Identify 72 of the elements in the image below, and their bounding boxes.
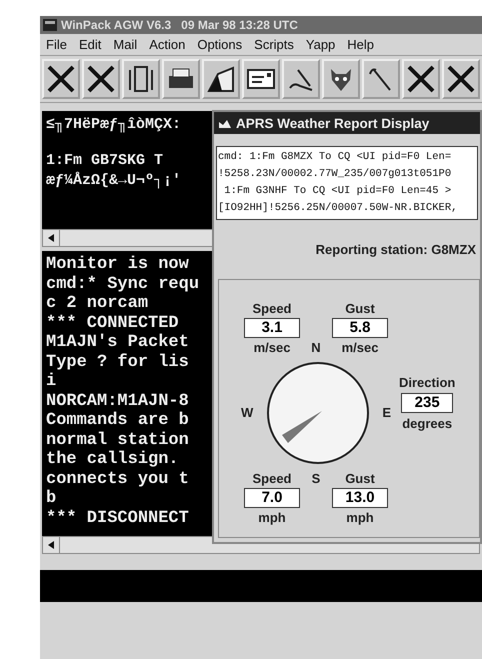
folder-icon (206, 64, 236, 94)
left-arrow-icon (48, 541, 54, 549)
south-label: S (312, 470, 320, 486)
menu-item[interactable]: Mail (113, 37, 138, 52)
menu-item[interactable]: Edit (78, 37, 102, 52)
cross-icon (406, 64, 436, 94)
toolbar-button[interactable] (42, 59, 80, 99)
menu-item[interactable]: Help (347, 37, 374, 52)
window-title: WinPack AGW V6.3 09 Mar 98 13:28 UTC (61, 18, 298, 32)
cross-icon (46, 64, 76, 94)
menu-item[interactable]: Options (197, 37, 242, 52)
toolbar-button[interactable] (402, 59, 440, 99)
gust-label: Gust (345, 300, 375, 316)
speed-label: Speed (252, 470, 292, 486)
unit-label: mph (258, 510, 286, 524)
monitor-line: normal station (46, 430, 189, 450)
dialog-title: APRS Weather Report Display (236, 116, 430, 130)
toolbar-button[interactable] (362, 59, 400, 99)
packet-line: !5258.23N/00002.77W_235/007g013t051P0 (218, 167, 452, 182)
reporting-station-label: Reporting station: G8MZX (314, 242, 476, 257)
monitor-line: the callsign. (46, 450, 179, 470)
toolbar-button[interactable] (322, 59, 360, 99)
direction-label: Direction (399, 374, 456, 390)
unit-label: mph (346, 510, 374, 524)
west-label: W (241, 405, 254, 420)
monitor-line: M1AJN's Packet (46, 333, 189, 352)
north-label: N (311, 340, 321, 354)
direction-field: 235 (401, 392, 454, 412)
terminal-line: æƒ¼ÅzΩ{&→U¬º┐¡' (46, 171, 182, 191)
toolbar-button[interactable] (82, 59, 120, 99)
degrees-label: degrees (402, 416, 452, 430)
packet-line: [IO92HH]!5256.25N/00007.50W-NR.BICKER, (218, 201, 458, 216)
east-label: E (382, 405, 391, 420)
toolbar-button[interactable] (122, 59, 160, 99)
monitor-line: Monitor is now (46, 255, 189, 274)
left-arrow-icon (48, 234, 54, 242)
speed-field: 3.1 (244, 318, 300, 338)
toolbar-button[interactable] (242, 59, 280, 99)
toolbar-button[interactable] (282, 59, 320, 99)
cross-icon (86, 64, 116, 94)
speed-field: 7.0 (244, 488, 300, 508)
toolbar-button[interactable] (442, 59, 480, 99)
monitor-line: cmd:* Sync requ (46, 274, 200, 294)
figure-icon (126, 64, 156, 94)
monitor-line: NORCAM:M1AJN-8 (46, 392, 189, 411)
toolbar-button[interactable] (162, 59, 200, 99)
gust-field: 13.0 (332, 488, 388, 508)
monitor-line: Type ? for lis (46, 352, 189, 372)
menu-item[interactable]: Scripts (254, 37, 294, 52)
monitor-line: c 2 norcam (46, 294, 148, 314)
packet-line: 1:Fm G3NHF To CQ <UI pid=F0 Len=45 > (223, 184, 452, 199)
speed-label: Speed (252, 300, 292, 316)
monitor-line: Commands are b (46, 411, 189, 430)
terminal-line: 1:Fm GB7SKG T (46, 151, 164, 171)
menu-item[interactable]: File (46, 37, 67, 52)
unit-label: m/sec (342, 340, 378, 354)
gust-field: 5.8 (332, 318, 388, 338)
gust-label: Gust (345, 470, 375, 486)
unit-label: m/sec (254, 340, 290, 354)
toolbar-button[interactable] (202, 59, 240, 99)
monitor-line: b (46, 489, 56, 508)
cross-icon (446, 64, 476, 94)
input-bar[interactable] (40, 570, 482, 602)
menu-item[interactable]: Action (149, 37, 186, 52)
menu-item[interactable]: Yapp (306, 37, 336, 52)
app-icon (43, 19, 57, 31)
terminal-line: ≤╖7HëPæƒ╖îòMÇX: (46, 115, 182, 135)
monitor-line: i (46, 372, 56, 392)
monitor-line: *** DISCONNECT (46, 508, 189, 528)
monitor-line: *** CONNECTED (46, 314, 179, 333)
packet-line: cmd: 1:Fm G8MZX To CQ <UI pid=F0 Len= (218, 150, 452, 165)
monitor-line: connects you t (46, 470, 189, 489)
